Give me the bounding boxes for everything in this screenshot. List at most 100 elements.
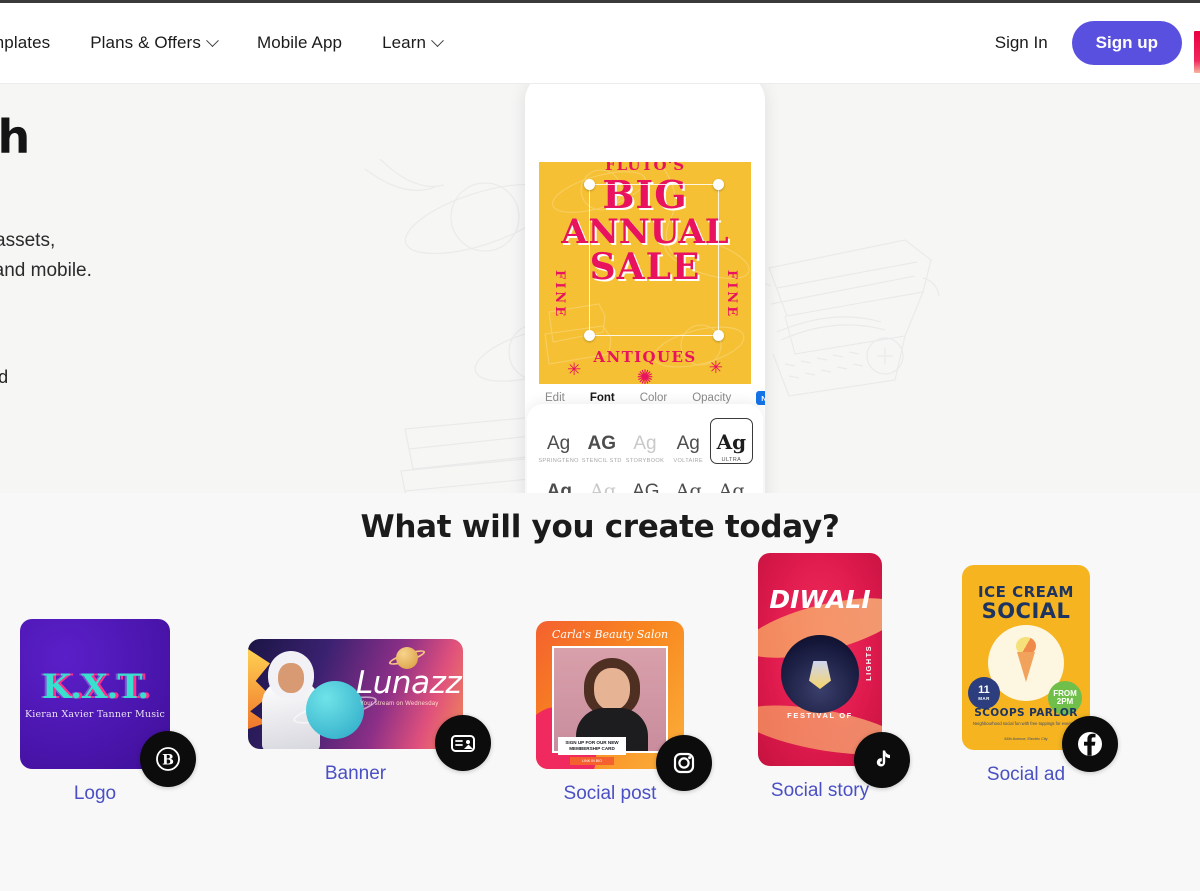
toolbar-tab-edit[interactable]: Edit — [545, 392, 565, 404]
toolbar-tab-opacity[interactable]: Opacity — [692, 392, 731, 404]
thumbnail-wrapper: K.X.T. Kieran Xavier Tanner Music B — [20, 619, 196, 787]
ad-description: Neighbourhood social fun with free toppi… — [973, 721, 1079, 726]
font-option-label: STORYBOOK — [625, 458, 665, 464]
logo-art-subtitle: Kieran Xavier Tanner Music — [24, 709, 166, 720]
font-preview-glyph: AG — [587, 433, 617, 454]
nav-item-label: Mobile App — [256, 33, 343, 52]
nav-item-label: Learn — [382, 33, 427, 52]
banner-thumbnail: Lunazz Your stream on Wednesday — [248, 639, 463, 749]
facebook-glyph — [1078, 732, 1102, 756]
selection-handle-br[interactable] — [713, 330, 724, 341]
create-card-social-ad[interactable]: ICE CREAM SOCIAL 11 MAR FROM 2PM SCOOPS … — [962, 565, 1118, 786]
post-art-title: Carla's Beauty Salon — [551, 628, 669, 641]
poster-side-text-right: FINE — [724, 270, 739, 320]
thumbnail-wrapper: DIWALI FESTIVAL OF LIGHTS — [758, 553, 910, 788]
create-card-banner[interactable]: Lunazz Your stream on Wednesday Banner — [248, 639, 491, 785]
banner-image-glyph — [451, 735, 475, 752]
poster-side-text-left: FINE — [551, 270, 567, 320]
sign-in-link[interactable]: Sign In — [995, 33, 1048, 53]
font-option-stencil-std[interactable]: AG STENCIL STD — [580, 418, 623, 464]
page-title: ect with — [0, 110, 30, 164]
nav-item-label: mplates — [0, 33, 51, 52]
banner-art-title: Lunazz — [356, 665, 462, 701]
ad-shop-name: SCOOPS PARLOR — [974, 707, 1078, 719]
banner-art-subtitle: Your stream on Wednesday — [360, 701, 439, 707]
poster-sun-icon: ✺ — [636, 367, 654, 384]
hero-bullet-list: Free use forever No credit card required — [0, 333, 445, 393]
font-option-label: VOLTAIRE — [673, 458, 704, 464]
nav-item-label: Plans & Offers — [90, 33, 201, 52]
font-option-voltaire[interactable]: Ag VOLTAIRE — [667, 418, 710, 464]
phone-mockup: FLUTO'S BIG ANNUAL SALE FINE FINE ✳ ✳ ✺ … — [525, 84, 765, 494]
font-option-springteno[interactable]: Ag SPRINGTENO — [537, 418, 580, 464]
font-grid-row-2: Ag SOURCE SANS Ag STINT ULTRA AG TRUE NO… — [533, 464, 757, 494]
font-preview-glyph: Ag — [675, 480, 702, 494]
story-photo-circle — [781, 635, 859, 713]
font-option-true-north[interactable]: AG TRUE NORTH — [624, 466, 667, 493]
page-edge-marker — [1194, 31, 1200, 73]
font-preview-glyph: AG — [632, 481, 660, 493]
thumbnail-wrapper: Lunazz Your stream on Wednesday — [248, 639, 491, 771]
font-option-storybook[interactable]: Ag STORYBOOK — [623, 418, 666, 464]
behance-icon: B — [140, 731, 196, 787]
toolbar-tab-font[interactable]: Font — [590, 392, 615, 404]
font-option-wanderlust[interactable]: Ag WANDERLUST — [710, 466, 753, 494]
banner-image-icon — [435, 715, 491, 771]
nav-item-learn[interactable]: Learn — [362, 3, 462, 83]
create-section: What will you create today? K.X.T. Kiera… — [0, 493, 1200, 891]
font-option-source-sans[interactable]: Ag SOURCE SANS — [537, 466, 582, 493]
create-card-list: K.X.T. Kieran Xavier Tanner Music B Logo — [0, 553, 1200, 863]
font-option-vast[interactable]: Ag VAST — [667, 466, 710, 494]
nav-item-mobile-app[interactable]: Mobile App — [237, 3, 362, 83]
create-card-social-post[interactable]: Carla's Beauty Salon SIGN UP FOR OUR NEW… — [536, 621, 712, 805]
poster-canvas[interactable]: FLUTO'S BIG ANNUAL SALE FINE FINE ✳ ✳ ✺ … — [539, 162, 751, 384]
font-preview-glyph: Ag — [718, 480, 745, 494]
ad-time-line2: 2PM — [1056, 697, 1074, 706]
instagram-icon — [656, 735, 712, 791]
create-card-social-story[interactable]: DIWALI FESTIVAL OF LIGHTS Social story — [758, 553, 910, 802]
selection-box[interactable] — [584, 179, 724, 341]
font-option-stint-ultra[interactable]: Ag STINT ULTRA — [582, 466, 625, 494]
font-option-label: STENCIL STD — [581, 458, 622, 464]
new-badge: NEW — [756, 391, 765, 405]
ad-date-unit: MAR — [978, 696, 990, 701]
hero-bullet-no-credit-card: No credit card required — [0, 363, 445, 393]
selection-handle-bl[interactable] — [584, 330, 595, 341]
create-card-logo[interactable]: K.X.T. Kieran Xavier Tanner Music B Logo — [20, 619, 196, 805]
font-option-label: SPRINGTENO — [538, 458, 579, 464]
nav-item-templates[interactable]: mplates — [0, 3, 70, 83]
font-option-label: ULTRA — [721, 457, 742, 463]
instagram-glyph — [673, 752, 695, 774]
ad-art-title-line2: SOCIAL — [981, 599, 1071, 623]
font-option-ultra[interactable]: Ag ULTRA — [709, 418, 753, 464]
font-preview-glyph: Ag — [676, 433, 700, 454]
selection-handle-tr[interactable] — [713, 179, 724, 190]
font-grid-row-1: Ag SPRINGTENO AG STENCIL STD Ag STORYBOO… — [533, 416, 757, 464]
section-heading: What will you create today? — [360, 509, 840, 545]
card-label: Social ad — [986, 764, 1066, 785]
hero-subtitle: e templates, design assets, e. Available… — [0, 226, 445, 287]
hero-section: ect with e templates, design assets, e. … — [0, 83, 1200, 493]
nav-item-plans-offers[interactable]: Plans & Offers — [70, 3, 237, 83]
story-arc-left: FESTIVAL OF — [787, 711, 853, 720]
font-preview-glyph: Ag — [716, 430, 747, 454]
card-label: Banner — [324, 763, 387, 784]
story-arc-right: LIGHTS — [864, 645, 873, 681]
logo-art-title: K.X.T. — [41, 667, 149, 707]
sign-up-button[interactable]: Sign up — [1071, 21, 1182, 65]
selection-handle-tl[interactable] — [584, 179, 595, 190]
font-preview-glyph: Ag — [590, 480, 616, 494]
facebook-icon — [1062, 716, 1118, 772]
story-art-title: DIWALI — [769, 585, 871, 614]
page-root: mplates Plans & Offers Mobile App Learn … — [0, 0, 1200, 891]
tiktok-glyph — [876, 750, 890, 767]
font-preview-glyph: Ag — [546, 481, 572, 493]
poster-footer-text: ANTIQUES — [593, 348, 697, 366]
nav-left-group: mplates Plans & Offers Mobile App Learn — [0, 3, 462, 83]
hero-subtitle-line1: e templates, design assets, — [0, 229, 56, 251]
hero-subtitle-line2: e. Available on web and mobile. — [0, 259, 92, 281]
font-preview-glyph: Ag — [546, 433, 571, 454]
top-navigation-bar: mplates Plans & Offers Mobile App Learn … — [0, 0, 1200, 83]
toolbar-tab-color[interactable]: Color — [640, 392, 667, 404]
nav-right-group: Sign In Sign up — [995, 21, 1200, 65]
